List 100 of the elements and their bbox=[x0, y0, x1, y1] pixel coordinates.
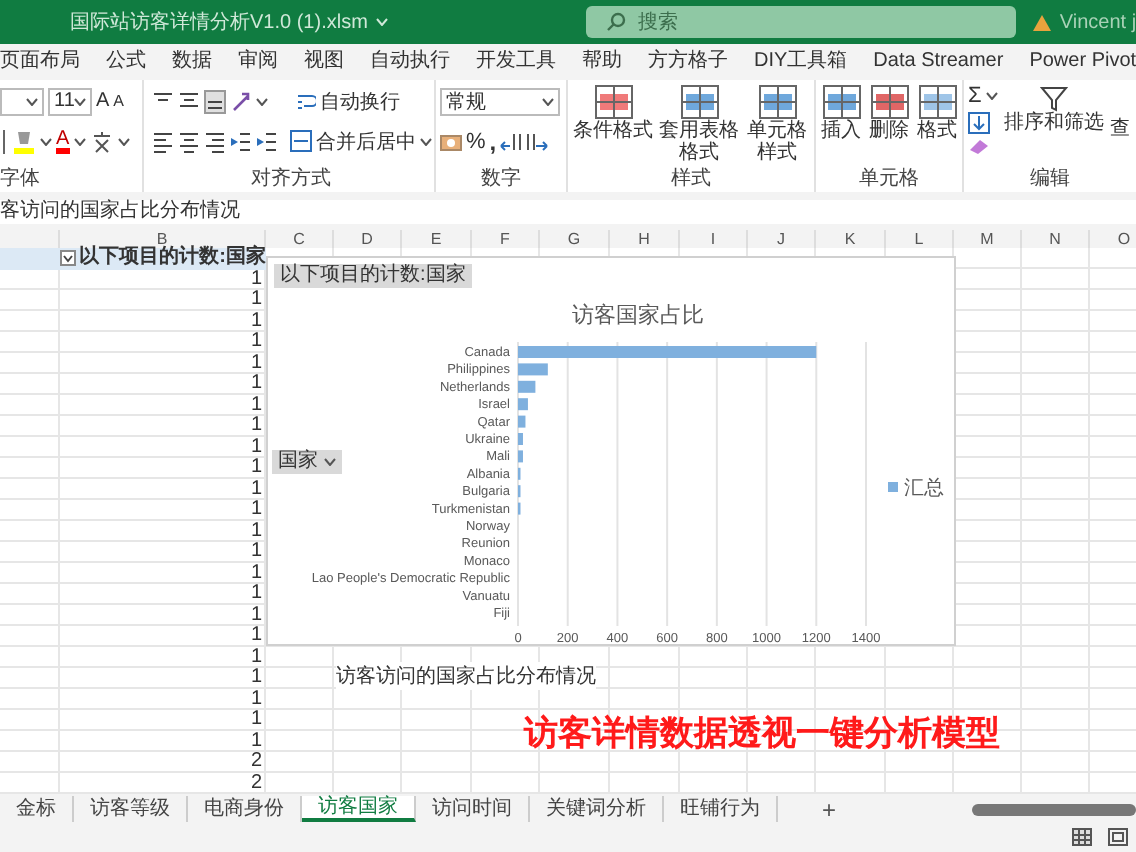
caret-icon[interactable] bbox=[117, 137, 130, 145]
caret-icon[interactable] bbox=[420, 137, 432, 145]
border-icon[interactable] bbox=[0, 129, 8, 153]
group-label: 数字 bbox=[479, 168, 523, 192]
wrap-text-button[interactable]: 自动换行 bbox=[296, 87, 400, 115]
group-label: 字体 bbox=[0, 168, 42, 192]
ribbon-tab[interactable]: 开发工具 bbox=[476, 42, 556, 82]
ribbon-tab[interactable]: 页面布局 bbox=[0, 42, 80, 82]
find-button[interactable]: 查 bbox=[1109, 114, 1130, 142]
ribbon-tab[interactable]: 公式 bbox=[106, 42, 146, 82]
table-cell-text: 1 bbox=[248, 500, 264, 521]
normal-view-icon[interactable] bbox=[1072, 828, 1092, 846]
legend-key-icon bbox=[888, 482, 898, 492]
group-label: 编辑 bbox=[1028, 168, 1072, 192]
comma-button[interactable]: , bbox=[489, 127, 497, 155]
cell-button[interactable]: 插入 bbox=[819, 84, 863, 168]
sheet-tab[interactable]: 金标 bbox=[0, 796, 74, 822]
cells-icon[interactable] bbox=[821, 84, 861, 120]
funnel-icon[interactable] bbox=[1039, 84, 1068, 112]
wrap-icon[interactable] bbox=[296, 91, 316, 111]
sheet-tab[interactable]: 访客等级 bbox=[74, 796, 188, 822]
currency-icon[interactable] bbox=[440, 129, 462, 153]
window-title: 国际站访客详情分析V1.0 (1).xlsm bbox=[70, 9, 368, 36]
number-format-field[interactable]: 常规 bbox=[440, 87, 560, 115]
sheet-tab[interactable]: 旺铺行为 bbox=[664, 796, 778, 822]
ribbon-tab[interactable]: Data Streamer bbox=[873, 45, 1004, 79]
cells-icon[interactable] bbox=[869, 84, 909, 120]
fill-down-icon[interactable] bbox=[968, 112, 990, 134]
axis-field-button[interactable]: 国家 bbox=[272, 450, 342, 474]
table-cell-text: 1 bbox=[248, 668, 264, 689]
search-field[interactable]: 搜索 bbox=[585, 6, 1016, 38]
font-size-field[interactable]: 11 bbox=[48, 87, 92, 115]
sheet-tab[interactable]: 关键词分析 bbox=[530, 796, 664, 822]
sort-filter-button[interactable]: 排序和筛选 bbox=[1003, 84, 1104, 168]
table-cell-text: 1 bbox=[248, 416, 264, 437]
style-button[interactable]: 套用表格格式 bbox=[659, 84, 739, 168]
increase-indent-icon[interactable] bbox=[256, 129, 278, 153]
caret-icon[interactable] bbox=[985, 92, 998, 100]
ribbon-tab[interactable]: DIY工具箱 bbox=[754, 42, 848, 82]
caret-icon[interactable] bbox=[542, 97, 554, 105]
decrease-indent-icon[interactable] bbox=[230, 129, 252, 153]
ribbon-tab[interactable]: 视图 bbox=[304, 42, 344, 82]
table-cell-text: 1 bbox=[248, 311, 264, 332]
orientation-icon[interactable] bbox=[230, 89, 252, 113]
ribbon-tab[interactable]: Power Pivot bbox=[1029, 45, 1136, 79]
bar bbox=[518, 433, 523, 445]
style-button[interactable]: 条件格式 bbox=[573, 84, 653, 168]
eraser-icon[interactable] bbox=[968, 138, 990, 156]
align-left-icon[interactable] bbox=[152, 129, 174, 153]
grow-font-button[interactable]: A bbox=[96, 90, 110, 112]
align-center-icon[interactable] bbox=[178, 129, 200, 153]
cells-icon[interactable] bbox=[917, 84, 957, 120]
table-style-icon[interactable] bbox=[757, 84, 797, 120]
caret-icon[interactable] bbox=[74, 97, 87, 105]
merge-center-button[interactable]: 合并后居中 bbox=[290, 127, 416, 155]
align-middle-icon[interactable] bbox=[178, 89, 200, 113]
caret-icon[interactable] bbox=[26, 97, 38, 105]
table-cell-text: 1 bbox=[248, 584, 264, 605]
caret-icon[interactable] bbox=[40, 137, 52, 145]
scrollbar[interactable] bbox=[972, 803, 1136, 815]
percent-button[interactable]: % bbox=[466, 129, 486, 153]
decrease-decimal-icon[interactable] bbox=[526, 129, 549, 153]
increase-decimal-icon[interactable] bbox=[500, 129, 523, 153]
caret-icon[interactable] bbox=[73, 137, 86, 145]
sheet-tab[interactable]: 访问时间 bbox=[416, 796, 530, 822]
field-button[interactable]: 以下项目的计数:国家 bbox=[274, 264, 472, 288]
caret-icon[interactable] bbox=[324, 458, 336, 466]
ribbon-tab[interactable]: 帮助 bbox=[582, 42, 622, 82]
phonetic-icon[interactable] bbox=[89, 129, 114, 153]
ribbon-tab[interactable]: 自动执行 bbox=[370, 42, 450, 82]
fill-color-icon[interactable] bbox=[12, 128, 36, 154]
caret-icon[interactable] bbox=[256, 97, 268, 105]
merge-icon[interactable] bbox=[290, 130, 312, 152]
align-bottom-icon[interactable] bbox=[204, 89, 226, 113]
filter-icon[interactable] bbox=[59, 250, 76, 267]
shrink-font-button[interactable]: A bbox=[113, 92, 125, 110]
add-sheet-button[interactable]: + bbox=[822, 795, 837, 823]
page-layout-icon[interactable] bbox=[1108, 828, 1128, 846]
ribbon-tab[interactable]: 方方格子 bbox=[648, 42, 728, 82]
ribbon-tab[interactable]: 数据 bbox=[172, 42, 212, 82]
table-style-icon[interactable] bbox=[593, 84, 633, 120]
sheet-tab[interactable]: 访客国家 bbox=[302, 796, 416, 822]
cell-button[interactable]: 格式 bbox=[915, 84, 959, 168]
pivot-header-cell[interactable]: 以下项目的计数:国家 bbox=[0, 248, 266, 269]
table-style-icon[interactable] bbox=[679, 84, 719, 120]
font-name-field[interactable] bbox=[0, 87, 44, 115]
ribbon-tab[interactable]: 审阅 bbox=[238, 42, 278, 82]
autosum-button[interactable]: Σ bbox=[968, 84, 998, 108]
table-cell-text: 1 bbox=[248, 605, 264, 626]
table-cell-text: 1 bbox=[248, 542, 264, 563]
style-button[interactable]: 单元格样式 bbox=[745, 84, 809, 168]
banner-text: 访客详情数据透视一键分析模型 bbox=[524, 712, 1000, 756]
chart-title: 访客国家占比 bbox=[572, 304, 704, 328]
font-color-button[interactable]: A bbox=[56, 129, 70, 153]
bar bbox=[518, 380, 536, 393]
table-cell-text: 1 bbox=[248, 269, 264, 290]
align-right-icon[interactable] bbox=[204, 129, 226, 153]
cell-button[interactable]: 删除 bbox=[867, 84, 911, 168]
formula-content[interactable]: 客访问的国家占比分布情况 bbox=[0, 200, 1136, 224]
search-icon[interactable] bbox=[605, 12, 626, 32]
